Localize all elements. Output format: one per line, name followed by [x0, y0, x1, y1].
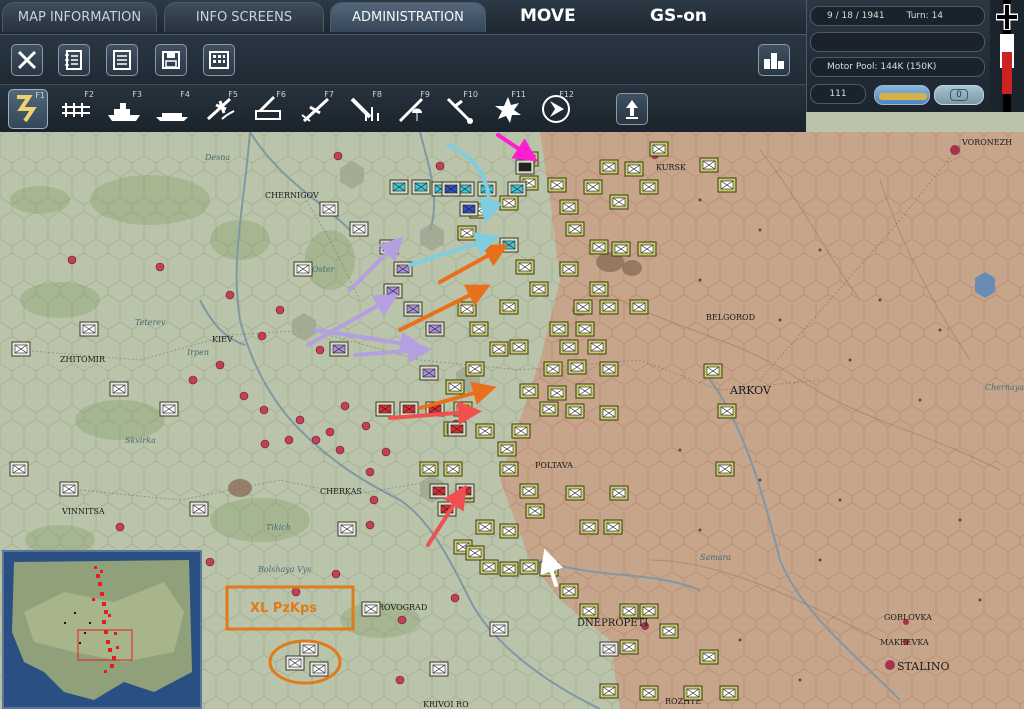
keyboard-icon	[209, 51, 229, 69]
fkey-naval-button[interactable]: F3	[104, 89, 144, 129]
fkey-air-strike-button[interactable]: F5	[200, 89, 240, 129]
function-toolbar: F1 F2 F3 F4 F5 F6 F7 F8 F9 F10 F11 F12	[0, 84, 806, 132]
fkey-label: F11	[511, 90, 526, 99]
fkey-label: F12	[559, 90, 574, 99]
annotation-ellipse	[268, 639, 342, 685]
arrow-orange	[398, 284, 491, 332]
toggle-button[interactable]: 0	[934, 85, 984, 105]
fkey-label: F9	[420, 90, 430, 99]
fkey-artillery-button[interactable]: F6	[248, 89, 288, 129]
fkey-label: F1	[35, 91, 45, 100]
tab-label: MAP INFORMATION	[17, 10, 142, 25]
unit-up-button[interactable]	[616, 93, 648, 125]
minimap-view	[4, 552, 200, 707]
status-panel: 9 / 18 / 1941 Turn: 14 Motor Pool: 144K …	[806, 0, 990, 112]
mode-move-label: MOVE	[520, 6, 576, 26]
notebook-button[interactable]	[58, 44, 90, 76]
date-turn-display: 9 / 18 / 1941 Turn: 14	[810, 6, 985, 26]
list-icon	[113, 50, 131, 70]
arrow-purple	[348, 236, 404, 292]
annotation-label: XL PzKps	[250, 601, 317, 616]
arrow-red	[388, 400, 482, 425]
victory-points-button[interactable]	[758, 44, 790, 76]
keyboard-button[interactable]	[203, 44, 235, 76]
tab-administration[interactable]: ADMINISTRATION	[330, 2, 486, 32]
fkey-end-move-button[interactable]: F12	[536, 89, 576, 129]
fkey-label: F8	[372, 90, 382, 99]
arrow-white	[540, 548, 564, 587]
fkey-label: F4	[180, 90, 190, 99]
arrow-cyan	[446, 143, 503, 224]
tab-bar: MAP INFORMATION INFO SCREENS ADMINISTRAT…	[0, 0, 806, 34]
counter-display: 111	[810, 84, 866, 104]
empty-display	[810, 32, 985, 52]
tab-label: INFO SCREENS	[195, 10, 293, 25]
motor-pool-text: Motor Pool: 144K (150K)	[827, 62, 937, 72]
tab-info-screens[interactable]: INFO SCREENS	[164, 2, 324, 32]
fkey-attack-button[interactable]: F11	[488, 89, 528, 129]
date-text: 9 / 18 / 1941	[827, 11, 885, 21]
fkey-rail-button[interactable]: F2	[56, 89, 96, 129]
nation-flag-bar	[990, 0, 1024, 112]
fkey-label: F10	[463, 90, 478, 99]
fkey-label: F7	[324, 90, 334, 99]
main-toolbar	[0, 34, 806, 84]
field-icon	[879, 93, 927, 100]
close-icon	[17, 50, 37, 70]
close-button[interactable]	[11, 44, 43, 76]
motor-pool-display: Motor Pool: 144K (150K)	[810, 57, 985, 77]
fkey-label: F6	[276, 90, 286, 99]
minimap[interactable]	[2, 550, 202, 709]
arrow-red	[426, 484, 467, 547]
arrow-purple	[314, 328, 424, 356]
save-button[interactable]	[155, 44, 187, 76]
tab-map-information[interactable]: MAP INFORMATION	[2, 2, 157, 32]
arrow-magenta	[496, 133, 538, 162]
fkey-airdrop-button[interactable]: F9	[392, 89, 432, 129]
iron-cross-icon	[996, 0, 1018, 112]
notebook-icon	[65, 50, 82, 70]
toggle-text: 0	[950, 89, 968, 101]
counter-text: 111	[829, 89, 847, 99]
tab-label: ADMINISTRATION	[352, 10, 464, 25]
fkey-unit-move-button[interactable]: F1	[8, 89, 48, 129]
fkey-strategic-bomb-button[interactable]: F8	[344, 89, 384, 129]
save-icon	[162, 51, 180, 69]
list-button[interactable]	[106, 44, 138, 76]
fkey-label: F5	[228, 90, 238, 99]
bar-chart-icon	[764, 53, 784, 69]
fkey-label: F2	[84, 90, 94, 99]
arrow-up-icon	[626, 100, 638, 119]
arrow-purple	[353, 338, 432, 363]
fkey-air-transfer-button[interactable]: F7	[296, 89, 336, 129]
fkey-naval-transport-button[interactable]: F4	[152, 89, 192, 129]
fkey-air-recon-button[interactable]: F10	[440, 89, 480, 129]
weather-button[interactable]	[874, 85, 930, 105]
arrow-orange	[418, 381, 497, 410]
fkey-label: F3	[132, 90, 142, 99]
turn-text: Turn: 14	[906, 11, 944, 21]
mode-gs-label[interactable]: GS-on	[650, 6, 707, 26]
arrow-orange	[438, 244, 509, 284]
